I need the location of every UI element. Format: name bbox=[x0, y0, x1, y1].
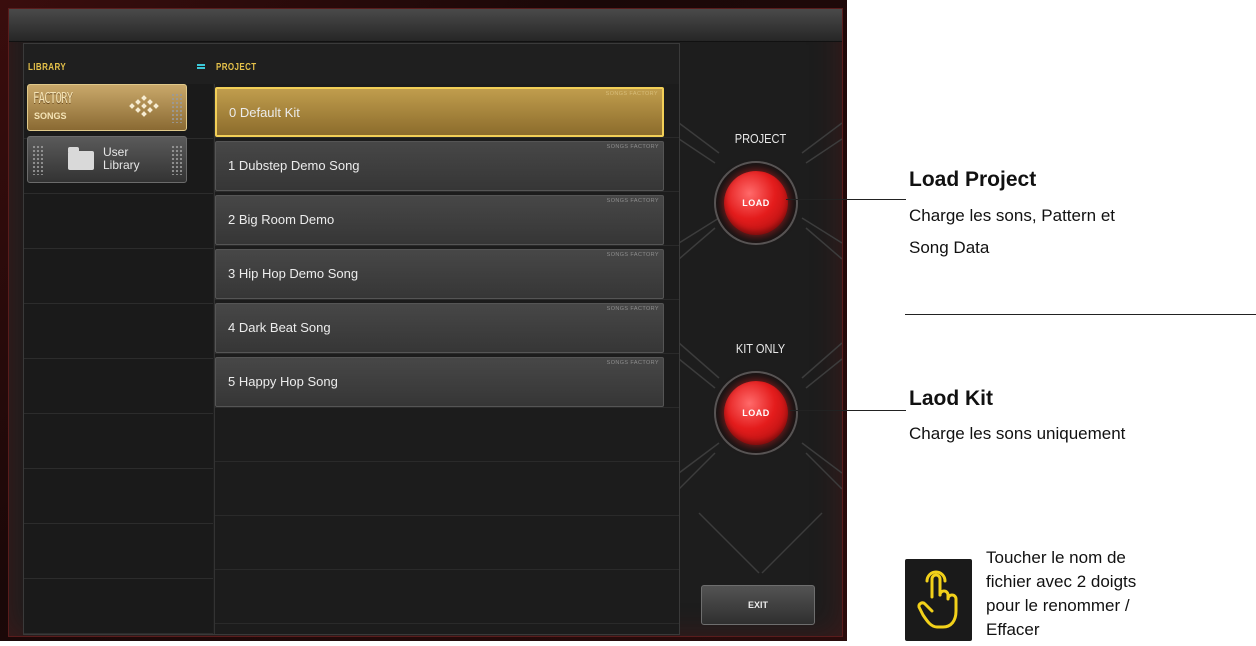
dot-grid-icon bbox=[32, 145, 43, 175]
load-kit-desc: Charge les sons uniquement bbox=[909, 424, 1126, 443]
project-load-ring: LOAD bbox=[714, 161, 798, 245]
project-header: PROJECT bbox=[216, 62, 257, 73]
hint-line2: fichier avec 2 doigts bbox=[986, 572, 1137, 591]
song-row[interactable]: 1 Dubstep Demo Song SONGS FACTORY bbox=[215, 141, 664, 191]
project-load-label: PROJECT bbox=[734, 131, 787, 146]
library-column: FACTORY SONGS User Library bbox=[24, 84, 213, 634]
kit-only-label: KIT ONLY bbox=[735, 341, 786, 356]
song-tag: SONGS FACTORY bbox=[605, 91, 658, 97]
load-kit-title: Laod Kit bbox=[909, 387, 993, 410]
library-header: LIBRARY bbox=[28, 62, 67, 73]
load-project-text: LOAD bbox=[742, 198, 770, 208]
song-name: 4 Dark Beat Song bbox=[228, 320, 331, 335]
song-name: 2 Big Room Demo bbox=[228, 212, 335, 227]
song-tag: SONGS FACTORY bbox=[606, 198, 659, 204]
hint-line4: Effacer bbox=[986, 620, 1040, 639]
hint-line3: pour le renommer / bbox=[986, 596, 1130, 615]
load-project-button[interactable]: LOAD bbox=[724, 171, 788, 235]
load-project-desc-line2: Song Data bbox=[909, 238, 990, 257]
app-screen: LIBRARY PROJECT FACTORY SONGS User Libra… bbox=[0, 0, 847, 641]
dot-grid-icon bbox=[171, 93, 182, 123]
song-tag: SONGS FACTORY bbox=[606, 306, 659, 312]
factory-subtitle: SONGS bbox=[34, 111, 67, 121]
exit-button[interactable]: EXIT bbox=[701, 585, 815, 625]
load-kit-button[interactable]: LOAD bbox=[724, 381, 788, 445]
song-name: 1 Dubstep Demo Song bbox=[228, 158, 360, 173]
hint-line1: Toucher le nom de bbox=[986, 548, 1126, 567]
exit-label: EXIT bbox=[747, 600, 768, 610]
song-tag: SONGS FACTORY bbox=[606, 252, 659, 258]
top-bar bbox=[9, 9, 842, 42]
equals-icon bbox=[197, 64, 205, 69]
kit-load-ring: LOAD bbox=[714, 371, 798, 455]
song-name: 5 Happy Hop Song bbox=[228, 374, 338, 389]
load-dialog: LIBRARY PROJECT FACTORY SONGS User Libra… bbox=[8, 8, 843, 637]
two-finger-touch-icon bbox=[905, 559, 972, 641]
library-item-factory-songs[interactable]: FACTORY SONGS bbox=[27, 84, 187, 131]
folder-icon bbox=[68, 147, 94, 170]
user-library-label: User Library bbox=[103, 145, 140, 172]
song-row[interactable]: 0 Default Kit SONGS FACTORY bbox=[215, 87, 664, 137]
load-project-title: Load Project bbox=[909, 168, 1037, 191]
load-project-connector bbox=[786, 199, 906, 200]
load-kit-connector bbox=[790, 410, 906, 411]
song-name: 0 Default Kit bbox=[229, 105, 300, 120]
song-row[interactable]: 2 Big Room Demo SONGS FACTORY bbox=[215, 195, 664, 245]
song-tag: SONGS FACTORY bbox=[606, 360, 659, 366]
song-row[interactable]: 3 Hip Hop Demo Song SONGS FACTORY bbox=[215, 249, 664, 299]
factory-title: FACTORY bbox=[33, 89, 73, 107]
load-kit-text: LOAD bbox=[742, 408, 770, 418]
song-row[interactable]: 5 Happy Hop Song SONGS FACTORY bbox=[215, 357, 664, 407]
project-column: 0 Default Kit SONGS FACTORY 1 Dubstep De… bbox=[214, 84, 679, 634]
load-project-desc-line1: Charge les sons, Pattern et bbox=[909, 206, 1116, 225]
song-name: 3 Hip Hop Demo Song bbox=[228, 266, 359, 281]
browser-panel: LIBRARY PROJECT FACTORY SONGS User Libra… bbox=[23, 43, 680, 635]
section-divider bbox=[905, 314, 1256, 315]
dot-grid-icon bbox=[171, 145, 182, 175]
touch-hand-icon bbox=[917, 570, 958, 629]
song-tag: SONGS FACTORY bbox=[606, 144, 659, 150]
load-controls: PROJECT LOAD KIT ONLY LOAD EXIT bbox=[679, 43, 842, 636]
factory-pads-icon bbox=[129, 95, 159, 117]
song-row[interactable]: 4 Dark Beat Song SONGS FACTORY bbox=[215, 303, 664, 353]
library-item-user-library[interactable]: User Library bbox=[27, 136, 187, 183]
